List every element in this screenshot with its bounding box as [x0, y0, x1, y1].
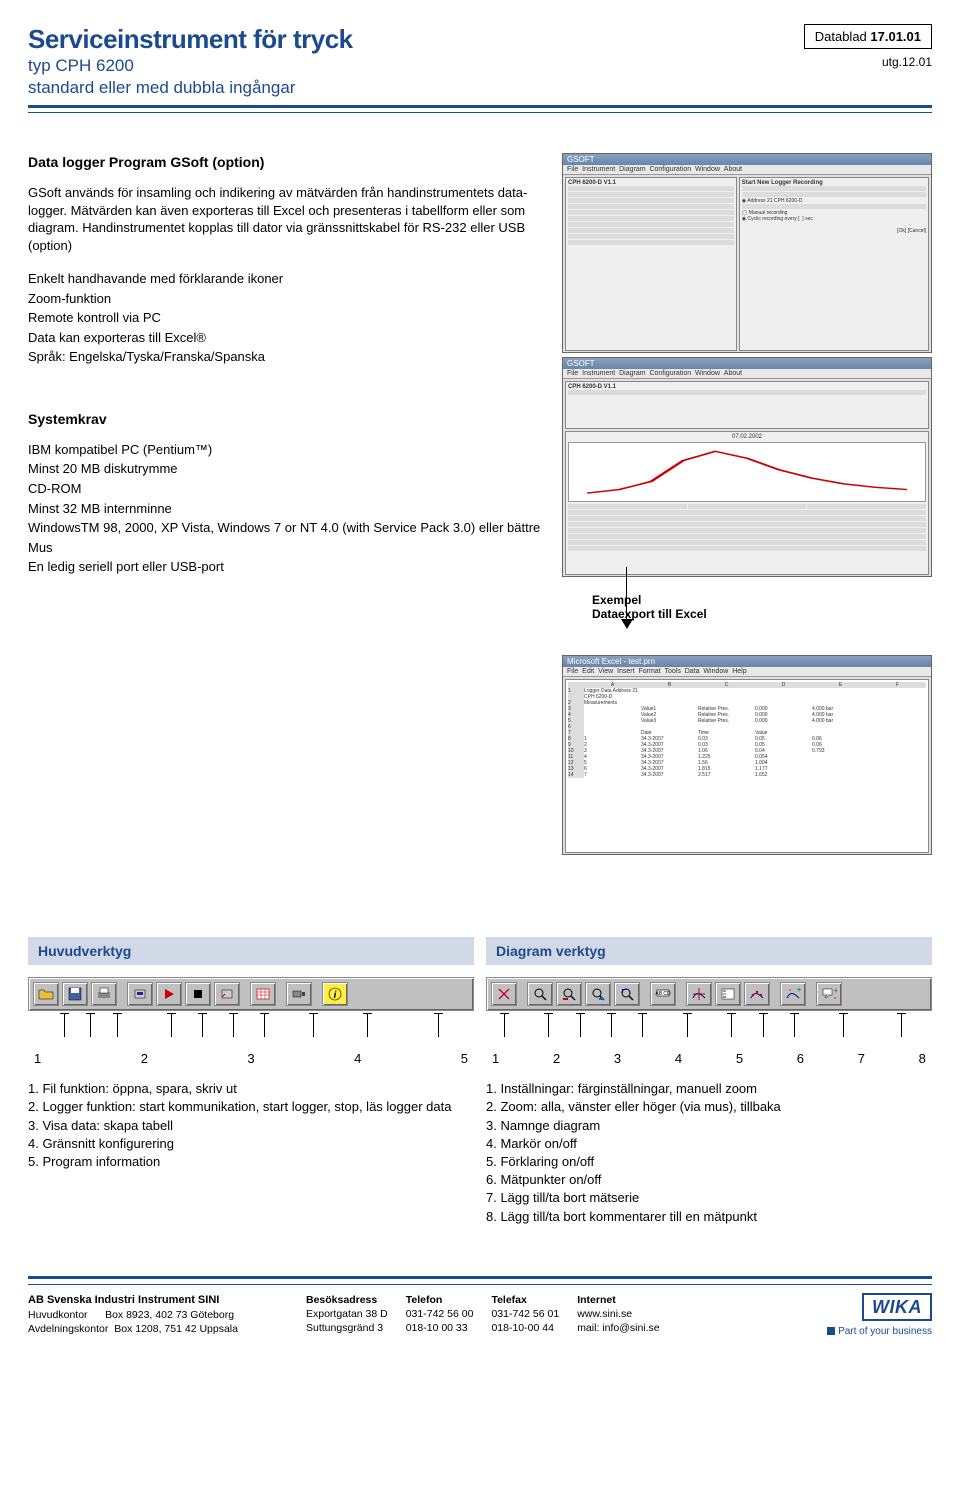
footer-value: 031-742 56 00: [406, 1307, 474, 1321]
legend-item: 5. Program information: [28, 1153, 474, 1171]
sysreq-item: IBM kompatibel PC (Pentium™): [28, 441, 542, 459]
gsoft-screenshot-1: GSOFT File Instrument Diagram Configurat…: [562, 153, 932, 353]
footer-value: mail: info@sini.se: [577, 1321, 659, 1335]
wika-logo: WIKA: [862, 1293, 932, 1321]
feature-item: Enkelt handhavande med förklarande ikone…: [28, 270, 542, 288]
footer-value: Box 1208, 751 42 Uppsala: [114, 1323, 238, 1335]
footer-value: Exportgatan 38 D: [306, 1307, 388, 1321]
main-tools-header: Huvudverktyg: [28, 937, 474, 965]
diagram-tool-legend: 1. Inställningar: färginställningar, man…: [486, 1080, 932, 1226]
config-icon[interactable]: [286, 982, 312, 1006]
tagline: Part of your business: [827, 1325, 932, 1339]
legend-item: 2. Logger funktion: start kommunikation,…: [28, 1098, 474, 1116]
name-diagram-icon[interactable]: AB CD: [650, 982, 676, 1006]
datasheet-box: Datablad 17.01.01: [804, 24, 932, 49]
zoom-back-icon[interactable]: [614, 982, 640, 1006]
diagram-tool-numbers: 1 2 3 4 5 6 7 8: [486, 1051, 932, 1066]
chart-title: 07.02.2002: [568, 434, 926, 440]
footer-label: Huvudkontor: [28, 1309, 88, 1321]
feature-item: Språk: Engelska/Tyska/Franska/Spanska: [28, 348, 542, 366]
legend-item: 8. Lägg till/ta bort kommentarer till en…: [486, 1208, 932, 1226]
header-rule: [28, 112, 932, 113]
svg-text:-: -: [834, 995, 837, 1002]
company-name: AB Svenska Industri Instrument SINI: [28, 1293, 288, 1308]
footer-heading: Besöksadress: [306, 1293, 388, 1307]
main-tool-numbers: 1 2 3 4 5: [28, 1051, 474, 1066]
legend-item: 1. Fil funktion: öppna, spara, skriv ut: [28, 1080, 474, 1098]
chart-plot: [568, 442, 926, 502]
sysreq-item: Mus: [28, 539, 542, 557]
footer-label: Avdelningskontor: [28, 1323, 108, 1335]
legend-item: 3. Visa data: skapa tabell: [28, 1117, 474, 1135]
feature-item: Zoom-funktion: [28, 290, 542, 308]
svg-text:AB CD: AB CD: [655, 991, 671, 997]
legend-item: 2. Zoom: alla, vänster eller höger (via …: [486, 1098, 932, 1116]
zoom-left-icon[interactable]: [556, 982, 582, 1006]
points-toggle-icon[interactable]: [744, 982, 770, 1006]
svg-text:+: +: [834, 988, 837, 995]
page-header: Serviceinstrument för tryck typ CPH 6200…: [28, 24, 932, 108]
footer-heading: Internet: [577, 1293, 659, 1307]
cursor-toggle-icon[interactable]: [686, 982, 712, 1006]
save-icon[interactable]: [62, 982, 88, 1006]
section-sysreq-title: Systemkrav: [28, 410, 542, 429]
add-series-icon[interactable]: +-: [780, 982, 806, 1006]
gsoft-feature-list: Enkelt handhavande med förklarande ikone…: [28, 270, 542, 366]
gsoft-description: GSoft används för insamling och indikeri…: [28, 184, 542, 254]
page-title: Serviceinstrument för tryck: [28, 24, 353, 55]
sysreq-item: WindowsTM 98, 2000, XP Vista, Windows 7 …: [28, 519, 542, 537]
page-footer: AB Svenska Industri Instrument SINI Huvu…: [28, 1276, 932, 1339]
zoom-all-icon[interactable]: [527, 982, 553, 1006]
main-tool-legend: 1. Fil funktion: öppna, spara, skriv ut …: [28, 1080, 474, 1171]
add-comment-icon[interactable]: +-: [816, 982, 842, 1006]
legend-item: 5. Förklaring on/off: [486, 1153, 932, 1171]
table-icon[interactable]: [250, 982, 276, 1006]
stop-icon[interactable]: [185, 982, 211, 1006]
footer-value: 018-10 00 33: [406, 1321, 474, 1335]
sysreq-item: En ledig seriell port eller USB-port: [28, 558, 542, 576]
diagram-toolbar: AB CD +- +-: [486, 977, 932, 1011]
footer-value: www.sini.se: [577, 1307, 659, 1321]
main-toolbar: i: [28, 977, 474, 1011]
sysreq-list: IBM kompatibel PC (Pentium™) Minst 20 MB…: [28, 441, 542, 576]
sysreq-item: CD-ROM: [28, 480, 542, 498]
footer-heading: Telefon: [406, 1293, 474, 1307]
footer-value: 018-10-00 44: [491, 1321, 559, 1335]
connect-icon[interactable]: [127, 982, 153, 1006]
legend-item: 4. Gränsnitt konfigurering: [28, 1135, 474, 1153]
edition-label: utg.12.01: [804, 55, 932, 69]
feature-item: Remote kontroll via PC: [28, 309, 542, 327]
svg-text:+: +: [797, 987, 801, 994]
sysreq-item: Minst 32 MB internminne: [28, 500, 542, 518]
diagram-tools-header: Diagram verktyg: [486, 937, 932, 965]
svg-text:i: i: [334, 990, 337, 1001]
legend-item: 1. Inställningar: färginställningar, man…: [486, 1080, 932, 1098]
footer-heading: Telefax: [491, 1293, 559, 1307]
zoom-right-icon[interactable]: [585, 982, 611, 1006]
footer-value: 031-742 56 01: [491, 1307, 559, 1321]
legend-item: 6. Mätpunkter on/off: [486, 1171, 932, 1189]
subtitle-2: standard eller med dubbla ingångar: [28, 77, 353, 99]
play-icon[interactable]: [156, 982, 182, 1006]
excel-screenshot: Microsoft Excel - test.prn File Edit Vie…: [562, 655, 932, 855]
footer-value: Box 8923, 402 73 Göteborg: [105, 1309, 234, 1321]
read-icon[interactable]: [214, 982, 240, 1006]
legend-toggle-icon[interactable]: [715, 982, 741, 1006]
feature-item: Data kan exporteras till Excel®: [28, 329, 542, 347]
print-icon[interactable]: [91, 982, 117, 1006]
arrow-label: Exempel Dataexport till Excel: [592, 593, 932, 621]
legend-item: 4. Markör on/off: [486, 1135, 932, 1153]
legend-item: 7. Lägg till/ta bort mätserie: [486, 1189, 932, 1207]
subtitle-1: typ CPH 6200: [28, 55, 353, 77]
open-icon[interactable]: [33, 982, 59, 1006]
legend-item: 3. Namnge diagram: [486, 1117, 932, 1135]
svg-text:-: -: [789, 987, 792, 994]
info-icon[interactable]: i: [322, 982, 348, 1006]
sysreq-item: Minst 20 MB diskutrymme: [28, 460, 542, 478]
footer-value: Suttungsgränd 3: [306, 1321, 388, 1335]
settings-icon[interactable]: [491, 982, 517, 1006]
section-gsoft-title: Data logger Program GSoft (option): [28, 153, 542, 172]
gsoft-screenshot-2: GSOFT File Instrument Diagram Configurat…: [562, 357, 932, 577]
